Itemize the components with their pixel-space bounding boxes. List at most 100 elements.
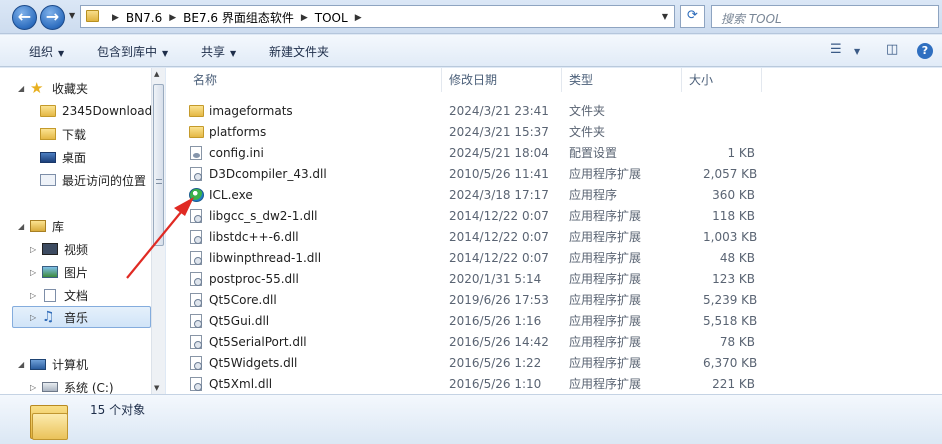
dll-file-icon	[190, 167, 202, 181]
back-button[interactable]: ←	[12, 5, 37, 30]
breadcrumb-separator-icon[interactable]: ▶	[355, 13, 362, 23]
folder-icon	[86, 10, 99, 22]
nav-item-recent-places[interactable]: 最近访问的位置	[40, 169, 146, 191]
expand-icon[interactable]: ▷	[30, 268, 42, 277]
help-icon[interactable]: ?	[917, 43, 933, 59]
expand-icon[interactable]: ▷	[30, 313, 42, 322]
file-type: 配置设置	[569, 146, 618, 160]
forward-button[interactable]: →	[40, 5, 65, 30]
nav-favorites[interactable]: ◢ ★ 收藏夹	[18, 77, 88, 99]
file-size: 123 KB	[712, 272, 755, 286]
column-header-date[interactable]: 修改日期	[442, 68, 562, 92]
file-type: 应用程序扩展	[569, 209, 642, 223]
view-options-dropdown[interactable]: ▼	[854, 47, 860, 56]
file-row[interactable]: libgcc_s_dw2-1.dll 2014/12/22 0:07 应用程序扩展 1…	[183, 206, 793, 227]
include-in-library-button[interactable]: 包含到库中 ▼	[97, 43, 168, 60]
organize-button[interactable]: 组织 ▼	[29, 43, 64, 60]
scroll-down-icon[interactable]: ▼	[154, 384, 159, 392]
file-row[interactable]: Qt5SerialPort.dll 2016/5/26 14:42 应用程序扩展 78…	[183, 332, 793, 353]
file-row[interactable]: libstdc++-6.dll 2014/12/22 0:07 应用程序扩展 1,00…	[183, 227, 793, 248]
library-icon	[30, 220, 46, 232]
column-header-type[interactable]: 类型	[562, 68, 682, 92]
collapse-icon[interactable]: ◢	[18, 84, 30, 93]
nav-item-label: 桌面	[62, 150, 87, 165]
file-row[interactable]: Qt5Widgets.dll 2016/5/26 1:22 应用程序扩展 6,370 …	[183, 353, 793, 374]
nav-item-pictures[interactable]: ▷ 图片	[30, 261, 88, 283]
file-row[interactable]: Qt5Gui.dll 2016/5/26 1:16 应用程序扩展 5,518 KB	[183, 311, 793, 332]
scroll-grip-icon	[156, 179, 162, 184]
file-row[interactable]: ICL.exe 2024/3/18 17:17 应用程序 360 KB	[183, 185, 793, 206]
new-folder-button[interactable]: 新建文件夹	[269, 43, 329, 60]
file-row[interactable]: platforms 2024/3/21 15:37 文件夹	[183, 122, 793, 143]
breadcrumb-separator-icon[interactable]: ▶	[301, 13, 308, 23]
column-header-name[interactable]: 名称	[186, 68, 442, 92]
video-library-icon	[42, 243, 58, 255]
include-in-library-label: 包含到库中	[97, 45, 158, 59]
preview-pane-button[interactable]: ◫	[886, 42, 898, 57]
organize-label: 组织	[29, 45, 54, 59]
search-input[interactable]: 搜索 TOOL	[711, 5, 939, 28]
command-bar: 组织 ▼ 包含到库中 ▼ 共享 ▼ 新建文件夹 ☰ ▼ ◫ ?	[0, 35, 942, 67]
file-type: 应用程序扩展	[569, 272, 642, 286]
file-row[interactable]: config.ini 2024/5/21 18:04 配置设置 1 KB	[183, 143, 793, 164]
breadcrumb-item[interactable]: BN7.6	[126, 11, 162, 25]
expand-icon[interactable]: ▷	[30, 291, 42, 300]
status-bar: 15 个对象	[0, 394, 942, 444]
nav-computer[interactable]: ◢ 计算机	[18, 353, 88, 375]
nav-libraries-label: 库	[52, 219, 65, 234]
breadcrumb-separator-icon[interactable]: ▶	[169, 13, 176, 23]
file-type: 应用程序扩展	[569, 335, 642, 349]
file-size: 6,370 KB	[703, 356, 758, 370]
breadcrumb-separator-icon[interactable]: ▶	[112, 13, 119, 23]
nav-item-2345downloads[interactable]: 2345Downloads	[40, 100, 158, 122]
breadcrumb[interactable]: ▶ BN7.6 ▶ BE7.6 界面组态软件 ▶ TOOL ▶ ▼	[80, 5, 675, 28]
scroll-up-icon[interactable]: ▲	[154, 70, 159, 78]
file-date: 2024/3/21 23:41	[449, 104, 549, 118]
nav-item-desktop[interactable]: 桌面	[40, 146, 86, 168]
nav-item-documents[interactable]: ▷ 文档	[30, 284, 88, 306]
nav-item-videos[interactable]: ▷ 视频	[30, 238, 88, 260]
nav-scrollbar[interactable]: ▲ ▼	[151, 68, 165, 394]
column-header-size[interactable]: 大小	[682, 68, 762, 92]
file-type: 应用程序扩展	[569, 230, 642, 244]
file-date: 2010/5/26 11:41	[449, 167, 549, 181]
file-name: D3Dcompiler_43.dll	[209, 167, 327, 181]
address-bar: ← → ▼ ▶ BN7.6 ▶ BE7.6 界面组态软件 ▶ TOOL ▶ ▼ …	[0, 0, 942, 34]
breadcrumb-item[interactable]: BE7.6 界面组态软件	[183, 9, 294, 26]
file-row[interactable]: imageformats 2024/3/21 23:41 文件夹	[183, 101, 793, 122]
nav-item-music[interactable]: ▷ ♫ 音乐	[12, 306, 151, 328]
file-row[interactable]: Qt5Xml.dll 2016/5/26 1:10 应用程序扩展 221 KB	[183, 374, 793, 394]
file-row[interactable]: Qt5Core.dll 2019/6/26 17:53 应用程序扩展 5,239 KB	[183, 290, 793, 311]
file-date: 2019/6/26 17:53	[449, 293, 549, 307]
file-row[interactable]: D3Dcompiler_43.dll 2010/5/26 11:41 应用程序扩展 2…	[183, 164, 793, 185]
scroll-thumb[interactable]	[153, 84, 164, 246]
dll-file-icon	[190, 335, 202, 349]
nav-item-system-drive[interactable]: ▷ 系统 (C:)	[30, 376, 114, 395]
nav-item-label: 2345Downloads	[62, 104, 159, 118]
file-date: 2016/5/26 1:10	[449, 377, 542, 391]
file-name: Qt5Widgets.dll	[209, 356, 298, 370]
expand-icon[interactable]: ▷	[30, 383, 42, 392]
expand-icon[interactable]: ▷	[30, 245, 42, 254]
refresh-button[interactable]: ⟳	[680, 5, 705, 28]
folder-icon	[40, 105, 56, 117]
breadcrumb-item[interactable]: TOOL	[315, 11, 348, 25]
folder-icon	[30, 401, 70, 441]
nav-item-label: 音乐	[64, 310, 89, 325]
file-name: Qt5Gui.dll	[209, 314, 270, 328]
computer-icon	[30, 358, 46, 370]
nav-item-label: 下载	[62, 127, 87, 142]
collapse-icon[interactable]: ◢	[18, 360, 30, 369]
nav-libraries[interactable]: ◢ 库	[18, 215, 64, 237]
file-type: 文件夹	[569, 104, 606, 118]
recent-pages-dropdown[interactable]: ▼	[69, 11, 75, 20]
change-view-button[interactable]: ☰	[830, 42, 842, 57]
share-button[interactable]: 共享 ▼	[201, 43, 236, 60]
drive-icon	[42, 382, 58, 392]
collapse-icon[interactable]: ◢	[18, 222, 30, 231]
nav-item-downloads[interactable]: 下载	[40, 123, 86, 145]
file-row[interactable]: libwinpthread-1.dll 2014/12/22 0:07 应用程序扩展…	[183, 248, 793, 269]
chevron-down-icon: ▼	[230, 49, 237, 58]
address-history-dropdown[interactable]: ▼	[662, 12, 668, 21]
file-row[interactable]: postproc-55.dll 2020/1/31 5:14 应用程序扩展 123 K…	[183, 269, 793, 290]
